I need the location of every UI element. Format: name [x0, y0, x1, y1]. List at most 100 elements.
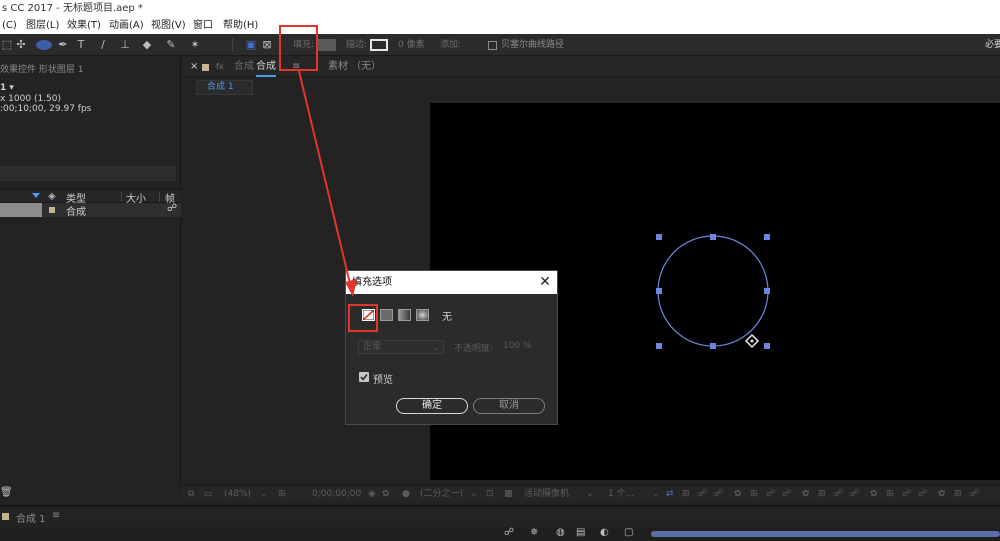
clone-stamp-icon[interactable]: ⊥ — [118, 38, 132, 52]
selection-tool-icon[interactable]: ⬚ — [0, 38, 14, 52]
pen-tool-icon[interactable]: ✒ — [56, 38, 70, 52]
fill-swatch[interactable] — [316, 39, 336, 51]
color-channel-icon[interactable]: ● — [402, 486, 410, 502]
flowchart-icon[interactable]: ☍ — [850, 486, 859, 502]
effect-controls-title[interactable]: 效果控件 形状图层 1 — [0, 62, 83, 75]
camera-orbit-icon[interactable]: ✣ — [14, 38, 28, 52]
fill-linear-gradient-button[interactable] — [398, 309, 411, 321]
draft-3d-icon[interactable]: ✵ — [530, 527, 538, 538]
ellipse-tool-icon[interactable] — [36, 40, 52, 50]
sort-arrow-icon[interactable] — [32, 193, 40, 198]
work-area-bar[interactable] — [651, 531, 1000, 537]
flowchart-icon[interactable]: ☍ — [970, 486, 979, 502]
menu-item-window[interactable]: 窗口 — [193, 17, 213, 34]
exposure-icon[interactable]: ✿ — [802, 486, 810, 502]
comp-name[interactable]: 1 ▾ — [0, 83, 14, 93]
close-tab-icon[interactable]: × — [190, 57, 198, 77]
lock-icon[interactable]: fx — [216, 57, 224, 77]
toolbar-divider — [232, 38, 233, 52]
always-preview-icon[interactable]: ⧉ — [188, 486, 194, 502]
chevron-down-icon[interactable]: ⌄ — [652, 486, 660, 502]
menu-item-composition[interactable]: (C) — [2, 17, 17, 34]
fill-radial-gradient-button[interactable] — [416, 309, 429, 321]
grid-icon[interactable]: ⊞ — [818, 486, 826, 502]
menu-item-layer[interactable]: 图层(L) — [26, 17, 59, 34]
dialog-title: 填充选项 — [346, 271, 557, 294]
exposure-icon[interactable]: ✿ — [870, 486, 878, 502]
views-select[interactable]: 1 个... — [608, 486, 634, 502]
shy-icon[interactable]: ◍ — [556, 527, 565, 538]
eraser-tool-icon[interactable]: ◆ — [140, 38, 154, 52]
flowchart-icon[interactable]: ☍ — [834, 486, 843, 502]
project-row[interactable]: 合成 ☍ — [0, 203, 181, 218]
region-icon[interactable]: ⊡ — [486, 486, 494, 502]
roto-brush-icon[interactable]: ✎ — [164, 38, 178, 52]
menu-item-animation[interactable]: 动画(A) — [109, 17, 144, 34]
ok-button[interactable]: 确定 — [396, 398, 468, 414]
comp-subtab[interactable]: 合成 1 — [196, 80, 253, 95]
align-icon[interactable]: ▣ — [244, 38, 258, 52]
monitor-icon[interactable]: ▭ — [204, 486, 213, 502]
brush-tool-icon[interactable]: / — [96, 38, 110, 52]
exposure-icon[interactable]: ✿ — [734, 486, 742, 502]
fill-solid-button[interactable] — [380, 309, 393, 321]
cancel-button[interactable]: 取消 — [473, 398, 545, 414]
flowchart-icon[interactable]: ☍ — [766, 486, 775, 502]
menu-item-view[interactable]: 视图(V) — [151, 17, 186, 34]
trash-icon[interactable]: 🗑 — [0, 487, 13, 498]
exposure-icon[interactable]: ✿ — [938, 486, 946, 502]
grid-icon[interactable]: ⊞ — [886, 486, 894, 502]
puppet-pin-icon[interactable]: ✶ — [188, 38, 202, 52]
grid-icon[interactable]: ⊞ — [954, 486, 962, 502]
fast-preview-icon[interactable]: ⇄ — [666, 486, 674, 502]
grid-icon[interactable]: ⊞ — [750, 486, 758, 502]
stroke-width[interactable]: 0 像素 — [398, 34, 425, 56]
timecode[interactable]: 0;00;00;00 — [312, 486, 361, 502]
label-color-swatch[interactable] — [49, 207, 55, 213]
text-tool-icon[interactable]: T — [74, 38, 88, 52]
grid-icon[interactable]: ⊞ — [278, 486, 286, 502]
panel-menu-icon[interactable]: ≡ — [52, 510, 60, 521]
motion-blur-icon[interactable]: ◐ — [600, 527, 609, 538]
tab-footage[interactable]: 素材 （无） — [328, 57, 381, 77]
flowchart-icon[interactable]: ☍ — [902, 486, 911, 502]
flowchart-icon[interactable]: ☍ — [714, 486, 723, 502]
timeline-icon[interactable]: ⊞ — [682, 486, 690, 502]
flowchart-icon[interactable]: ☍ — [698, 486, 707, 502]
snap-icon[interactable]: ⊠ — [260, 38, 274, 52]
dialog-close-icon[interactable]: ✕ — [537, 271, 553, 294]
camera-select[interactable]: 活动摄像机 — [524, 486, 569, 502]
chevron-down-icon[interactable]: ⌄ — [260, 486, 268, 502]
chevron-down-icon[interactable]: ⌄ — [586, 486, 594, 502]
menu-item-help[interactable]: 帮助(H) — [223, 17, 258, 34]
tab-composition[interactable]: 合成 — [256, 59, 276, 77]
timeline-tab[interactable]: 合成 1 — [16, 510, 46, 525]
row-selection — [0, 203, 42, 217]
snapshot-icon[interactable]: ◉ — [368, 486, 376, 502]
chevron-down-icon[interactable]: ⌄ — [470, 486, 478, 502]
flowchart-icon[interactable]: ☍ — [167, 203, 177, 214]
bezier-checkbox[interactable] — [488, 41, 497, 50]
resolution-select[interactable]: (二分之一) — [420, 486, 463, 502]
opacity-label: 不透明度: — [454, 344, 494, 354]
graph-editor-icon[interactable]: ▢ — [624, 527, 633, 538]
project-search-input[interactable] — [0, 166, 176, 181]
frame-blend-icon[interactable]: ▤ — [576, 527, 585, 538]
zoom-value[interactable]: (48%) — [224, 486, 251, 502]
channel-icon[interactable]: ✿ — [382, 486, 390, 502]
flowchart-icon[interactable]: ☍ — [918, 486, 927, 502]
menu-item-effect[interactable]: 效果(T) — [67, 17, 101, 34]
viewer-bottom-bar: ⧉ ▭ (48%) ⌄ ⊞ 0;00;00;00 ◉ ✿ ● (二分之一) ⌄ … — [182, 485, 1000, 501]
opacity-value[interactable]: 100 % — [503, 341, 532, 351]
preview-checkbox[interactable] — [359, 372, 369, 382]
add-label[interactable]: 添加: — [440, 34, 461, 56]
comp-flowchart-icon[interactable]: ☍ — [504, 527, 514, 538]
blend-mode-select[interactable]: 正常 ⌄ — [358, 340, 444, 354]
stroke-swatch[interactable] — [370, 39, 388, 51]
workspace-label[interactable]: 必要 — [985, 34, 1000, 56]
label-tag-icon[interactable]: ◈ — [48, 191, 56, 202]
checkmark-icon — [360, 374, 368, 381]
flowchart-icon[interactable]: ☍ — [782, 486, 791, 502]
window-title: s CC 2017 - 无标题项目.aep * — [0, 0, 1000, 17]
transparency-grid-icon[interactable]: ▩ — [504, 486, 513, 502]
